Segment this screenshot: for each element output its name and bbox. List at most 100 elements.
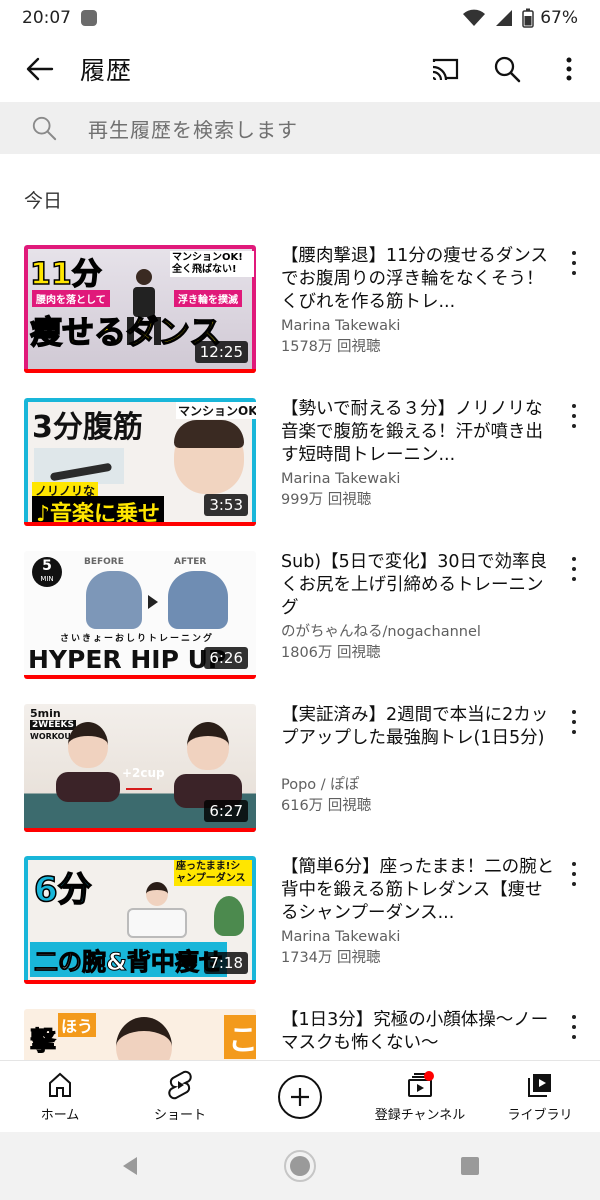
- signal-icon: [494, 9, 514, 27]
- thumb-text: マンションOK: [176, 402, 256, 419]
- video-title[interactable]: 【簡単6分】座ったまま！二の腕と背中を鍛える筋トレダンス【痩せるシャンプーダンス…: [281, 856, 559, 925]
- video-thumbnail[interactable]: 6分 座ったまま!シャンプーダンス 二の腕&背中痩せ 7:18: [24, 856, 256, 984]
- channel-name: Marina Takewaki: [281, 929, 401, 945]
- nav-subscriptions[interactable]: 登録チャンネル: [360, 1061, 480, 1132]
- video-title[interactable]: 【1日3分】究極の小顔体操〜ノーマスクも怖くない〜: [281, 1009, 559, 1060]
- arrow-left-icon: [26, 57, 54, 81]
- video-meta: 【勢いで耐える３分】ノリノリな音楽で腹筋を鍛える！汗が噴き出す短時間トレーニン.…: [281, 398, 559, 511]
- thumb-text: 11分: [29, 256, 102, 293]
- nav-library[interactable]: ライブラリ: [480, 1061, 600, 1132]
- history-search-bar[interactable]: 再生履歴を検索します: [0, 102, 600, 154]
- video-item[interactable]: 5 MIN BEFORE AFTER さいきょーおしりトレーニング HYPER …: [0, 551, 600, 685]
- thumb-text: マンションOK!全く飛ばない!: [170, 251, 254, 277]
- video-menu-button[interactable]: [568, 404, 580, 428]
- thumb-inset: [34, 448, 124, 484]
- view-count: 1578万 回視聴: [281, 339, 381, 355]
- home-icon: [46, 1070, 74, 1100]
- video-duration: 3:53: [204, 494, 248, 516]
- video-menu-button[interactable]: [568, 251, 580, 275]
- thumb-text: 痩せるダンス: [29, 312, 222, 352]
- nav-shorts[interactable]: ショート: [120, 1061, 240, 1132]
- system-recents-button[interactable]: [385, 1155, 555, 1177]
- nav-label: ライブラリ: [507, 1108, 573, 1123]
- app-bar: 履歴: [0, 36, 600, 102]
- watch-progress-bar: [24, 675, 256, 679]
- more-vert-icon: [566, 57, 572, 81]
- nav-label: ホーム: [40, 1108, 80, 1123]
- video-duration: 6:26: [204, 647, 248, 669]
- thumb-figure-before: [86, 571, 142, 629]
- arrow-right-icon: [148, 595, 158, 609]
- system-home-button[interactable]: [215, 1149, 385, 1183]
- video-meta: 【実証済み】2週間で本当に2カップアップした最強胸トレ(1日5分) Popo /…: [281, 704, 559, 817]
- home-circle-icon: [284, 1150, 316, 1182]
- thumb-figure-after: [168, 571, 228, 629]
- video-duration: 6:27: [204, 800, 248, 822]
- bottom-navigation: ホーム ショート 登録チャンネル ライブラリ: [0, 1060, 600, 1132]
- thumb-text: BEFORE: [84, 557, 124, 567]
- thumb-figure-before: [54, 722, 122, 828]
- video-meta: 【腰肉撃退】11分の痩せるダンスでお腹周りの浮き輪をなくそう！くびれを作る筋トレ…: [281, 245, 559, 358]
- recents-square-icon: [461, 1157, 479, 1175]
- library-icon: [526, 1070, 554, 1100]
- thumb-plant: [214, 896, 244, 936]
- thumb-text: 腰肉を落として: [32, 290, 110, 307]
- battery-percent: 67%: [540, 8, 578, 28]
- watch-progress-bar: [24, 828, 256, 832]
- watch-progress-bar: [24, 522, 256, 526]
- video-thumbnail[interactable]: 撃 ほう こ: [24, 1009, 256, 1060]
- nav-label: 登録チャンネル: [374, 1108, 466, 1123]
- view-count: 616万 回視聴: [281, 798, 372, 814]
- channel-name: Marina Takewaki: [281, 318, 401, 334]
- video-menu-button[interactable]: [568, 862, 580, 886]
- search-button[interactable]: [476, 36, 538, 102]
- thumb-text: ほう: [58, 1013, 97, 1037]
- cast-button[interactable]: [414, 36, 476, 102]
- thumb-text: 撃: [29, 1027, 57, 1058]
- video-title[interactable]: Sub)【5日で変化】30日で効率良くお尻を上げ引締めるトレーニング: [281, 551, 559, 620]
- view-count: 999万 回視聴: [281, 492, 372, 508]
- more-options-button[interactable]: [538, 36, 600, 102]
- back-triangle-icon: [123, 1157, 137, 1175]
- status-time: 20:07: [22, 8, 71, 28]
- thumb-face: [174, 420, 244, 494]
- cast-icon: [432, 58, 459, 81]
- watch-progress-bar: [24, 980, 256, 984]
- video-item[interactable]: 撃 ほう こ 【1日3分】究極の小顔体操〜ノーマスクも怖くない〜: [0, 1009, 600, 1060]
- timer-icon: 5 MIN: [32, 557, 62, 587]
- video-item[interactable]: 6分 座ったまま!シャンプーダンス 二の腕&背中痩せ 7:18 【簡単6分】座っ…: [0, 856, 600, 990]
- video-thumbnail[interactable]: 5 MIN BEFORE AFTER さいきょーおしりトレーニング HYPER …: [24, 551, 256, 679]
- video-item[interactable]: 3分腹筋 マンションOK ノリノリな ♪音楽に乗せ 3:53 【勢いで耐える３分…: [0, 398, 600, 532]
- video-title[interactable]: 【勢いで耐える３分】ノリノリな音楽で腹筋を鍛える！汗が噴き出す短時間トレーニン.…: [281, 398, 559, 467]
- thumb-text: AFTER: [174, 557, 207, 567]
- create-plus-icon: [278, 1074, 322, 1119]
- system-back-button[interactable]: [45, 1155, 215, 1177]
- video-meta: 【1日3分】究極の小顔体操〜ノーマスクも怖くない〜: [281, 1009, 559, 1060]
- thumb-text: +2cup: [122, 766, 165, 780]
- nav-create[interactable]: [240, 1061, 360, 1132]
- video-menu-button[interactable]: [568, 1015, 580, 1039]
- video-title[interactable]: 【腰肉撃退】11分の痩せるダンスでお腹周りの浮き輪をなくそう！くびれを作る筋トレ…: [281, 245, 559, 314]
- view-count: 1734万 回視聴: [281, 950, 381, 966]
- video-thumbnail[interactable]: 5min 2WEEKS WORKOUT +2cup 6:27: [24, 704, 256, 832]
- video-item[interactable]: 11分 マンションOK!全く飛ばない! 腰肉を落として 浮き輪を撲滅 痩せるダン…: [0, 245, 600, 379]
- back-button[interactable]: [0, 36, 80, 102]
- search-icon: [0, 115, 88, 141]
- video-title[interactable]: 【実証済み】2週間で本当に2カップアップした最強胸トレ(1日5分): [281, 704, 559, 773]
- channel-name: Marina Takewaki: [281, 471, 401, 487]
- video-thumbnail[interactable]: 3分腹筋 マンションOK ノリノリな ♪音楽に乗せ 3:53: [24, 398, 256, 526]
- video-thumbnail[interactable]: 11分 マンションOK!全く飛ばない! 腰肉を落として 浮き輪を撲滅 痩せるダン…: [24, 245, 256, 373]
- system-navigation-bar: [0, 1132, 600, 1200]
- video-item[interactable]: 5min 2WEEKS WORKOUT +2cup 6:27 【実証済み】2週間…: [0, 704, 600, 838]
- channel-name: Popo / ぽぽ: [281, 777, 360, 793]
- nav-home[interactable]: ホーム: [0, 1061, 120, 1132]
- section-label-today: 今日: [24, 190, 63, 212]
- notification-app-icon: [81, 10, 97, 26]
- status-bar: 20:07 67%: [0, 0, 600, 36]
- video-menu-button[interactable]: [568, 557, 580, 581]
- shorts-icon: [167, 1070, 193, 1100]
- video-duration: 7:18: [204, 952, 248, 974]
- thumb-text: 3分腹筋: [32, 410, 143, 445]
- video-menu-button[interactable]: [568, 710, 580, 734]
- thumb-text: さいきょーおしりトレーニング: [60, 634, 215, 644]
